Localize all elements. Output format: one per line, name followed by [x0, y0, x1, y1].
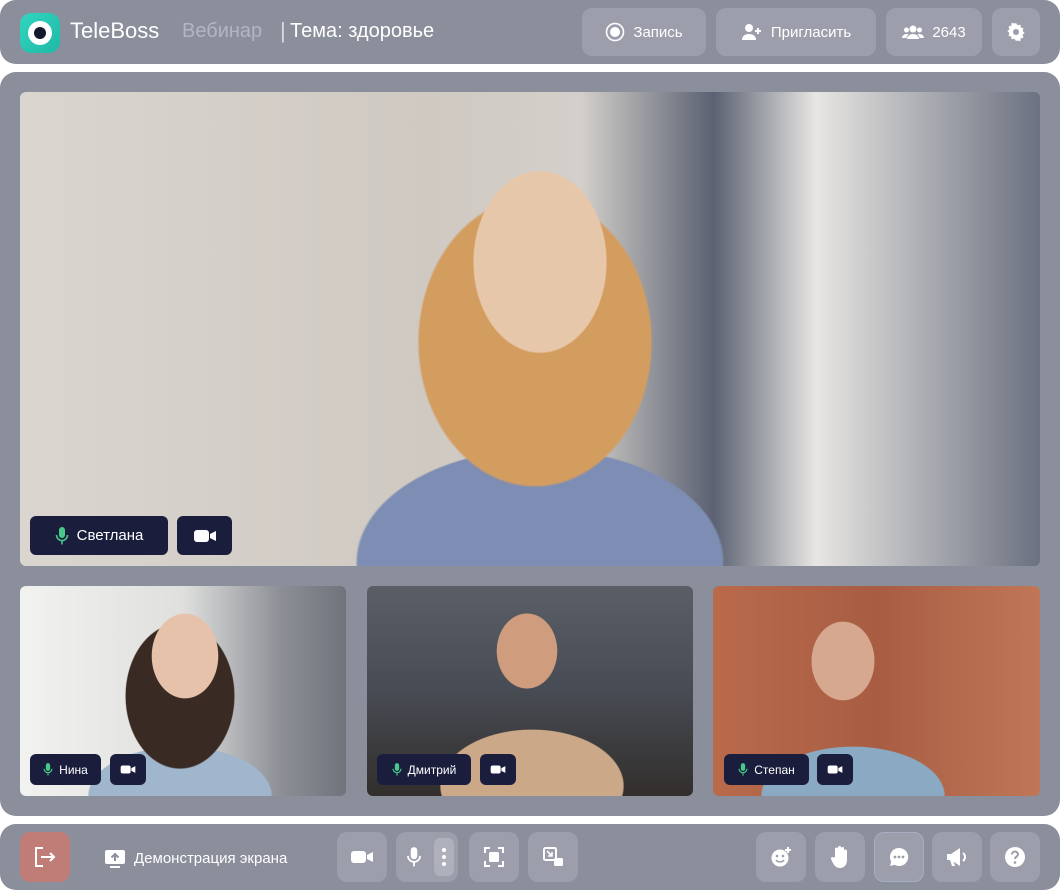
invite-button[interactable]: Пригласить — [716, 8, 876, 56]
microphone-icon — [55, 526, 69, 546]
camera-status-badge — [817, 754, 853, 785]
speaker-name: Светлана — [76, 527, 144, 544]
record-button[interactable]: Запись — [582, 8, 706, 56]
microphone-options-button[interactable] — [434, 838, 454, 876]
video-camera-icon — [827, 764, 843, 775]
video-camera-icon — [350, 849, 374, 865]
title-separator: | — [280, 18, 286, 43]
users-icon — [902, 24, 925, 40]
video-camera-icon — [193, 528, 217, 544]
camera-status-badge — [177, 516, 232, 555]
session-topic: Тема: здоровье — [290, 20, 435, 42]
microphone-icon — [406, 846, 422, 868]
camera-status-badge — [480, 754, 516, 785]
chat-button[interactable] — [874, 832, 924, 882]
picture-in-picture-icon — [542, 846, 564, 868]
participants-count: 2643 — [932, 23, 966, 41]
main-speaker-tag: Светлана — [30, 516, 168, 555]
video-camera-icon — [490, 764, 506, 775]
chat-bubble-icon — [888, 846, 910, 868]
help-icon — [1004, 846, 1026, 868]
screen-share-icon — [104, 848, 126, 868]
settings-button[interactable] — [992, 8, 1040, 56]
more-vertical-icon — [442, 848, 446, 866]
megaphone-icon — [945, 846, 969, 868]
participant-name: Нина — [59, 762, 88, 777]
picture-in-picture-button[interactable] — [528, 832, 578, 882]
hand-icon — [830, 845, 850, 869]
gear-icon — [1006, 22, 1026, 42]
session-type: Вебинар — [182, 20, 263, 42]
teleboss-logo-icon — [20, 13, 60, 53]
leave-button[interactable] — [20, 832, 70, 882]
record-icon — [605, 22, 625, 42]
microphone-toggle-button[interactable] — [396, 832, 458, 882]
record-label: Запись — [633, 23, 683, 41]
fullscreen-button[interactable] — [469, 832, 519, 882]
emoji-add-icon — [770, 846, 792, 868]
announcement-button[interactable] — [932, 832, 982, 882]
camera-toggle-button[interactable] — [337, 832, 387, 882]
microphone-icon — [43, 762, 53, 777]
add-user-icon — [741, 22, 763, 42]
screen-share-button[interactable]: Демонстрация экрана — [104, 838, 314, 878]
invite-label: Пригласить — [770, 23, 852, 41]
video-camera-icon — [120, 764, 136, 775]
microphone-icon — [738, 762, 748, 777]
main-video-tile[interactable] — [20, 92, 1040, 566]
participants-button[interactable]: 2643 — [886, 8, 982, 56]
screen-share-label: Демонстрация экрана — [134, 849, 288, 867]
help-button[interactable] — [990, 832, 1040, 882]
raise-hand-button[interactable] — [815, 832, 865, 882]
participant-tag: Нина — [30, 754, 101, 785]
reactions-button[interactable] — [756, 832, 806, 882]
participant-tag: Степан — [724, 754, 809, 785]
camera-status-badge — [110, 754, 146, 785]
fullscreen-icon — [483, 846, 505, 868]
microphone-icon — [392, 762, 402, 777]
participant-name: Дмитрий — [407, 762, 457, 777]
participant-tag: Дмитрий — [377, 754, 471, 785]
exit-icon — [33, 846, 57, 868]
brand-name: TeleBoss — [70, 18, 160, 43]
participant-name: Степан — [754, 762, 795, 777]
